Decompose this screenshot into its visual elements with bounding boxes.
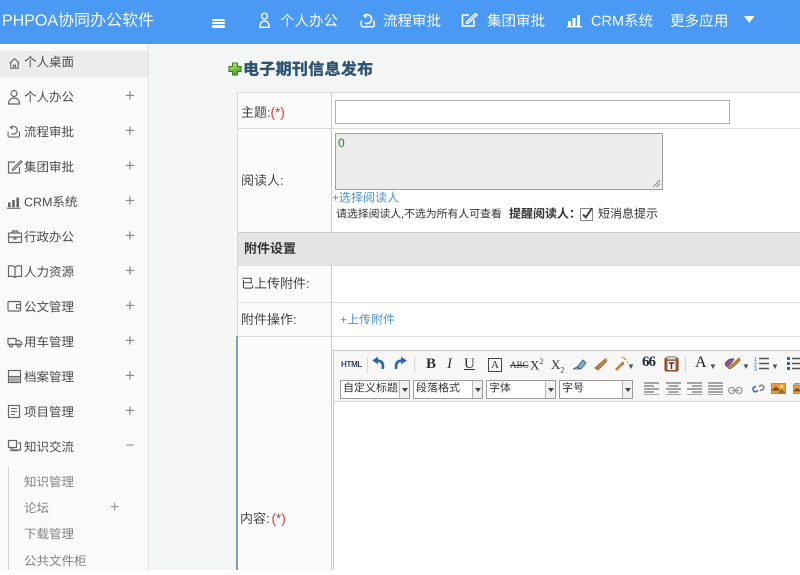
svg-text:3: 3 [754, 368, 757, 372]
